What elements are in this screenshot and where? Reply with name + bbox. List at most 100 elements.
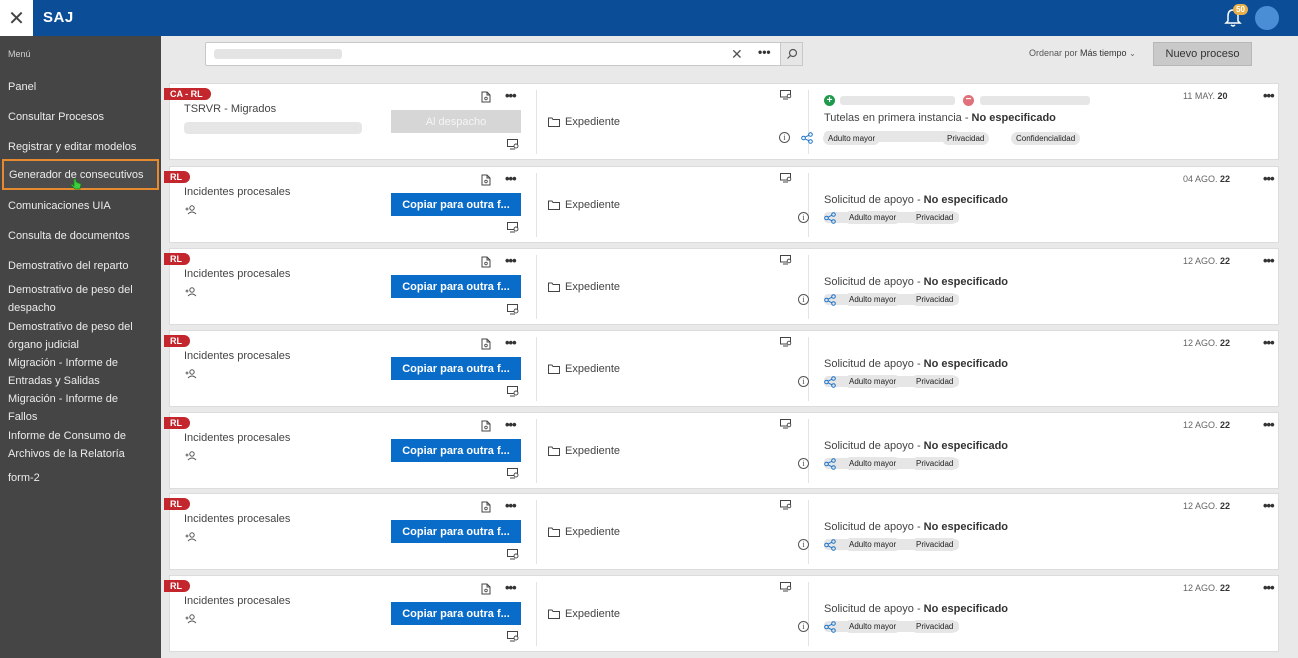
process-card[interactable]: RL Incidentes procesales ••• Copiar para… xyxy=(164,493,1279,570)
sidebar-item-consulta-documentos[interactable]: Consulta de documentos xyxy=(0,227,161,245)
expediente-link[interactable]: Expediente xyxy=(548,199,620,211)
screen-share-icon[interactable] xyxy=(780,173,792,183)
info-icon[interactable]: i xyxy=(798,294,809,305)
expediente-link[interactable]: Expediente xyxy=(548,363,620,375)
sidebar-item-migracion-entradas[interactable]: Migración - Informe de Entradas y Salida… xyxy=(0,354,140,390)
person-link-icon[interactable] xyxy=(185,369,197,379)
card-right-more-icon[interactable]: ••• xyxy=(1263,88,1275,103)
process-card[interactable]: RL Incidentes procesales ••• Copiar para… xyxy=(164,575,1279,652)
sidebar-item-migracion-fallos[interactable]: Migración - Informe de Fallos xyxy=(0,390,140,426)
al-despacho-button[interactable]: Al despacho xyxy=(391,110,521,133)
copy-to-other-button[interactable]: Copiar para outra f... xyxy=(391,357,521,380)
card-more-options-icon[interactable]: ••• xyxy=(505,171,517,186)
document-icon[interactable] xyxy=(481,91,491,103)
expediente-link[interactable]: Expediente xyxy=(548,116,620,128)
screen-share-icon[interactable] xyxy=(780,90,792,100)
card-more-options-icon[interactable]: ••• xyxy=(505,335,517,350)
clear-search-icon[interactable]: ✕ xyxy=(731,46,743,63)
person-link-icon[interactable] xyxy=(185,451,197,461)
sidebar-item-panel[interactable]: Panel xyxy=(0,78,161,96)
copy-to-other-button[interactable]: Copiar para outra f... xyxy=(391,602,521,625)
expediente-link[interactable]: Expediente xyxy=(548,445,620,457)
sidebar-item-consultar-procesos[interactable]: Consultar Procesos xyxy=(0,108,161,126)
screen-share-icon[interactable] xyxy=(780,419,792,429)
screen-share-icon[interactable] xyxy=(780,500,792,510)
share-icon[interactable] xyxy=(824,212,836,224)
person-link-icon[interactable] xyxy=(185,287,197,297)
card-more-options-icon[interactable]: ••• xyxy=(505,88,517,103)
process-card[interactable]: RL Incidentes procesales ••• Copiar para… xyxy=(164,248,1279,325)
share-icon[interactable] xyxy=(824,621,836,633)
info-icon[interactable]: i xyxy=(798,212,809,223)
info-icon[interactable]: i xyxy=(798,621,809,632)
expediente-link[interactable]: Expediente xyxy=(548,526,620,538)
person-link-icon[interactable] xyxy=(185,532,197,542)
monitor-search-icon[interactable] xyxy=(507,222,519,233)
process-card[interactable]: RL Incidentes procesales ••• Copiar para… xyxy=(164,166,1279,243)
case-type-tag: RL xyxy=(164,580,190,592)
share-icon[interactable] xyxy=(801,132,813,144)
search-button[interactable] xyxy=(780,42,803,66)
process-card[interactable]: RL Incidentes procesales ••• Copiar para… xyxy=(164,330,1279,407)
expediente-label: Expediente xyxy=(565,608,621,620)
card-more-options-icon[interactable]: ••• xyxy=(505,498,517,513)
card-right-more-icon[interactable]: ••• xyxy=(1263,253,1275,268)
info-icon[interactable]: i xyxy=(798,458,809,469)
card-more-options-icon[interactable]: ••• xyxy=(505,253,517,268)
card-right-more-icon[interactable]: ••• xyxy=(1263,417,1275,432)
screen-share-icon[interactable] xyxy=(780,582,792,592)
card-more-options-icon[interactable]: ••• xyxy=(505,580,517,595)
monitor-search-icon[interactable] xyxy=(507,468,519,479)
document-icon[interactable] xyxy=(481,174,491,186)
info-icon[interactable]: i xyxy=(779,132,790,143)
sidebar-item-form-2[interactable]: form-2 xyxy=(0,469,161,487)
sidebar-item-consumo-archivos[interactable]: Informe de Consumo de Archivos de la Rel… xyxy=(0,427,150,463)
expediente-link[interactable]: Expediente xyxy=(548,608,620,620)
document-icon[interactable] xyxy=(481,256,491,268)
process-card[interactable]: RL Incidentes procesales ••• Copiar para… xyxy=(164,412,1279,489)
monitor-search-icon[interactable] xyxy=(507,386,519,397)
share-icon[interactable] xyxy=(824,376,836,388)
share-icon[interactable] xyxy=(824,294,836,306)
monitor-search-icon[interactable] xyxy=(507,549,519,560)
card-more-options-icon[interactable]: ••• xyxy=(505,417,517,432)
copy-to-other-button[interactable]: Copiar para outra f... xyxy=(391,193,521,216)
card-right-more-icon[interactable]: ••• xyxy=(1263,498,1275,513)
document-icon[interactable] xyxy=(481,420,491,432)
expediente-link[interactable]: Expediente xyxy=(548,281,620,293)
info-icon[interactable]: i xyxy=(798,539,809,550)
new-process-button[interactable]: Nuevo proceso xyxy=(1153,42,1252,66)
monitor-search-icon[interactable] xyxy=(507,631,519,642)
process-card[interactable]: CA - RL TSRVR - Migrados ••• Al despacho… xyxy=(164,83,1279,160)
copy-to-other-button[interactable]: Copiar para outra f... xyxy=(391,275,521,298)
sidebar-item-peso-despacho[interactable]: Demostrativo de peso del despacho xyxy=(0,281,150,317)
search-input[interactable]: ✕ ••• xyxy=(205,42,803,66)
user-avatar[interactable] xyxy=(1255,6,1279,30)
copy-to-other-button[interactable]: Copiar para outra f... xyxy=(391,520,521,543)
info-icon[interactable]: i xyxy=(798,376,809,387)
copy-to-other-button[interactable]: Copiar para outra f... xyxy=(391,439,521,462)
person-link-icon[interactable] xyxy=(185,205,197,215)
sidebar-item-demostrativo-reparto[interactable]: Demostrativo del reparto xyxy=(0,257,161,275)
card-right-more-icon[interactable]: ••• xyxy=(1263,580,1275,595)
monitor-search-icon[interactable] xyxy=(507,139,519,150)
card-right-more-icon[interactable]: ••• xyxy=(1263,335,1275,350)
share-icon[interactable] xyxy=(824,458,836,470)
date-day: 12 AGO. xyxy=(1183,583,1218,593)
document-icon[interactable] xyxy=(481,583,491,595)
monitor-search-icon[interactable] xyxy=(507,304,519,315)
chip-tag: Privacidad xyxy=(942,132,990,145)
close-menu-button[interactable]: ✕ xyxy=(0,0,33,36)
document-icon[interactable] xyxy=(481,501,491,513)
screen-share-icon[interactable] xyxy=(780,337,792,347)
sort-dropdown[interactable]: Ordenar por Más tiempo ⌄ xyxy=(1029,48,1136,58)
sidebar-item-registrar-modelos[interactable]: Registrar y editar modelos xyxy=(0,138,161,156)
card-right-more-icon[interactable]: ••• xyxy=(1263,171,1275,186)
screen-share-icon[interactable] xyxy=(780,255,792,265)
person-link-icon[interactable] xyxy=(185,614,197,624)
sidebar-item-peso-organo[interactable]: Demostrativo de peso del órgano judicial xyxy=(0,318,150,354)
search-options-icon[interactable]: ••• xyxy=(758,45,771,59)
sidebar-item-comunicaciones-uia[interactable]: Comunicaciones UIA xyxy=(0,197,161,215)
share-icon[interactable] xyxy=(824,539,836,551)
document-icon[interactable] xyxy=(481,338,491,350)
